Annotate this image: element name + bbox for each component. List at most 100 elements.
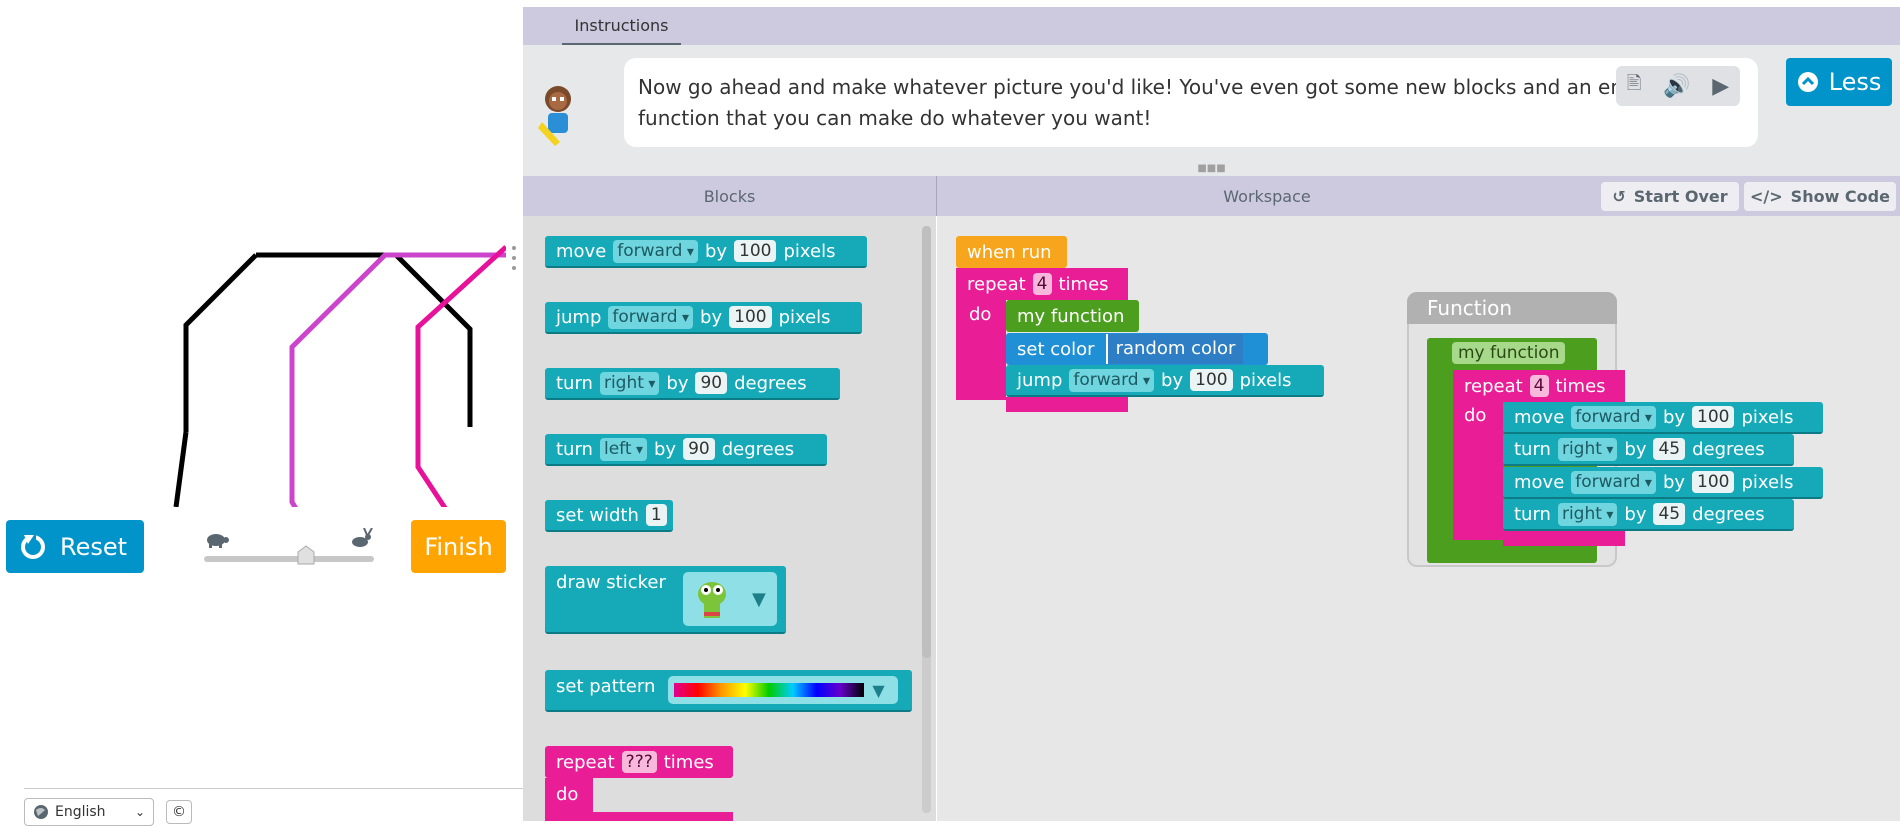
alien-sticker-icon <box>697 582 726 618</box>
block-label: by <box>700 306 723 328</box>
direction-dropdown[interactable]: right <box>1557 502 1618 526</box>
turtle-drawing <box>173 245 506 507</box>
panel-resize-handle[interactable] <box>511 244 517 272</box>
block-label: times <box>1058 273 1109 295</box>
block-label: turn <box>556 372 593 394</box>
turn-right-block[interactable]: turn right by 45 degrees <box>1503 434 1794 466</box>
block-label: turn <box>1514 438 1551 460</box>
sticker-dropdown[interactable]: ▼ <box>682 572 777 626</box>
repeat-block[interactable]: repeat ??? times do <box>545 746 733 821</box>
pattern-dropdown[interactable]: ▼ <box>668 676 899 704</box>
instructions-resizer[interactable]: ■■■ <box>523 160 1900 176</box>
read-aloud-icon[interactable]: 🖹 <box>1627 71 1641 101</box>
direction-dropdown[interactable]: left <box>599 437 647 461</box>
block-label: set pattern <box>556 676 656 697</box>
tab-instructions-label: Instructions <box>574 15 669 35</box>
random-color-block[interactable]: random color <box>1105 334 1244 364</box>
play-icon[interactable]: ▶ <box>1712 74 1729 99</box>
finish-label: Finish <box>424 532 493 561</box>
show-code-label: Show Code <box>1790 187 1890 206</box>
set-color-block[interactable]: set color random color <box>1006 333 1268 365</box>
repeat-count-field[interactable]: 4 <box>1032 273 1052 295</box>
copyright-button[interactable]: © <box>166 800 192 824</box>
block-label: turn <box>1514 503 1551 525</box>
rainbow-pattern-swatch <box>674 683 865 697</box>
tab-instructions[interactable]: Instructions <box>562 7 681 45</box>
amount-field[interactable]: 100 <box>1692 471 1735 493</box>
block-label: by <box>704 240 728 262</box>
reset-button[interactable]: Reset <box>6 520 144 573</box>
toolbox-scrollbar[interactable] <box>922 226 931 658</box>
function-name-field[interactable]: my function <box>1452 342 1566 364</box>
footer-divider <box>24 788 523 789</box>
amount-field[interactable]: 100 <box>734 240 777 262</box>
turn-right-block[interactable]: turn right by 45 degrees <box>1503 499 1794 531</box>
block-label: do <box>1464 405 1487 426</box>
slider-thumb[interactable] <box>297 545 315 565</box>
repeat-count-field[interactable]: 4 <box>1529 375 1549 397</box>
set-pattern-block[interactable]: set pattern ▼ <box>545 670 912 712</box>
text-to-speech-controls: 🖹 🔊 ▶ <box>1616 66 1740 106</box>
turn-left-block[interactable]: turn left by 90 degrees <box>545 434 827 466</box>
angle-field[interactable]: 45 <box>1653 503 1686 525</box>
repeat-header: repeat ??? times <box>545 746 733 778</box>
workspace-title: Workspace <box>937 176 1597 216</box>
direction-dropdown[interactable]: forward <box>608 305 694 329</box>
direction-dropdown[interactable]: forward <box>1571 470 1656 494</box>
direction-dropdown[interactable]: right <box>1557 437 1618 461</box>
block-label: do <box>969 304 992 325</box>
move-block[interactable]: move forward by 100 pixels <box>1503 467 1823 499</box>
chevron-up-icon <box>1797 72 1818 92</box>
direction-dropdown[interactable]: right <box>599 371 660 395</box>
set-width-block[interactable]: set width 1 <box>545 500 673 532</box>
repeat-footer <box>1006 397 1128 412</box>
move-block[interactable]: move forward by 100 pixels <box>1503 402 1823 434</box>
volume-icon[interactable]: 🔊 <box>1663 74 1690 99</box>
move-block[interactable]: move forward by 100 pixels <box>545 236 867 268</box>
slider-track <box>204 556 374 562</box>
grip-icon: ■■■ <box>1197 162 1226 174</box>
undo-icon: ↺ <box>1612 187 1626 206</box>
block-label: pixels <box>1239 369 1292 391</box>
language-select[interactable]: English ⌄ <box>24 798 154 826</box>
angle-field[interactable]: 90 <box>695 372 728 394</box>
black-tail <box>173 431 189 507</box>
repeat-block-labels: repeat 4 times <box>1453 370 1606 402</box>
copyright-icon: © <box>172 804 186 820</box>
call-function-block[interactable]: my function <box>1006 300 1139 332</box>
speed-slider[interactable] <box>200 527 380 568</box>
block-label: by <box>666 372 689 394</box>
block-label: times <box>663 751 714 773</box>
less-button[interactable]: Less <box>1786 58 1892 106</box>
angle-field[interactable]: 45 <box>1653 438 1686 460</box>
angle-field[interactable]: 90 <box>683 438 715 460</box>
block-label: repeat <box>967 273 1026 295</box>
draw-sticker-block[interactable]: draw sticker ▼ <box>545 566 786 634</box>
instructions-text: Now go ahead and make whatever picture y… <box>638 75 1663 130</box>
width-field[interactable]: 1 <box>645 504 667 526</box>
when-run-block[interactable]: when run <box>956 236 1067 268</box>
start-over-button[interactable]: ↺ Start Over <box>1601 182 1739 211</box>
black-octagon-right <box>256 252 473 427</box>
block-label: pixels <box>1741 406 1794 428</box>
block-label: draw sticker <box>556 572 666 593</box>
repeat-count-field[interactable]: ??? <box>621 751 657 773</box>
jump-block[interactable]: jump forward by 100 pixels <box>1006 365 1324 397</box>
direction-dropdown[interactable]: forward <box>613 239 698 263</box>
turn-right-block[interactable]: turn right by 90 degrees <box>545 368 840 400</box>
block-label: set width <box>556 504 639 526</box>
amount-field[interactable]: 100 <box>729 306 772 328</box>
block-label: by <box>1161 369 1184 391</box>
jump-block[interactable]: jump forward by 100 pixels <box>545 302 862 334</box>
show-code-button[interactable]: </> Show Code <box>1744 182 1896 211</box>
direction-dropdown[interactable]: forward <box>1571 405 1656 429</box>
amount-field[interactable]: 100 <box>1190 369 1233 391</box>
amount-field[interactable]: 100 <box>1692 406 1735 428</box>
direction-dropdown[interactable]: forward <box>1069 368 1155 392</box>
finish-button[interactable]: Finish <box>411 520 506 573</box>
instructions-header <box>523 7 1900 45</box>
chevron-down-icon: ▼ <box>872 680 885 700</box>
start-over-label: Start Over <box>1633 187 1728 206</box>
block-label: by <box>1624 438 1647 460</box>
blocks-header-label: Blocks <box>703 186 756 206</box>
